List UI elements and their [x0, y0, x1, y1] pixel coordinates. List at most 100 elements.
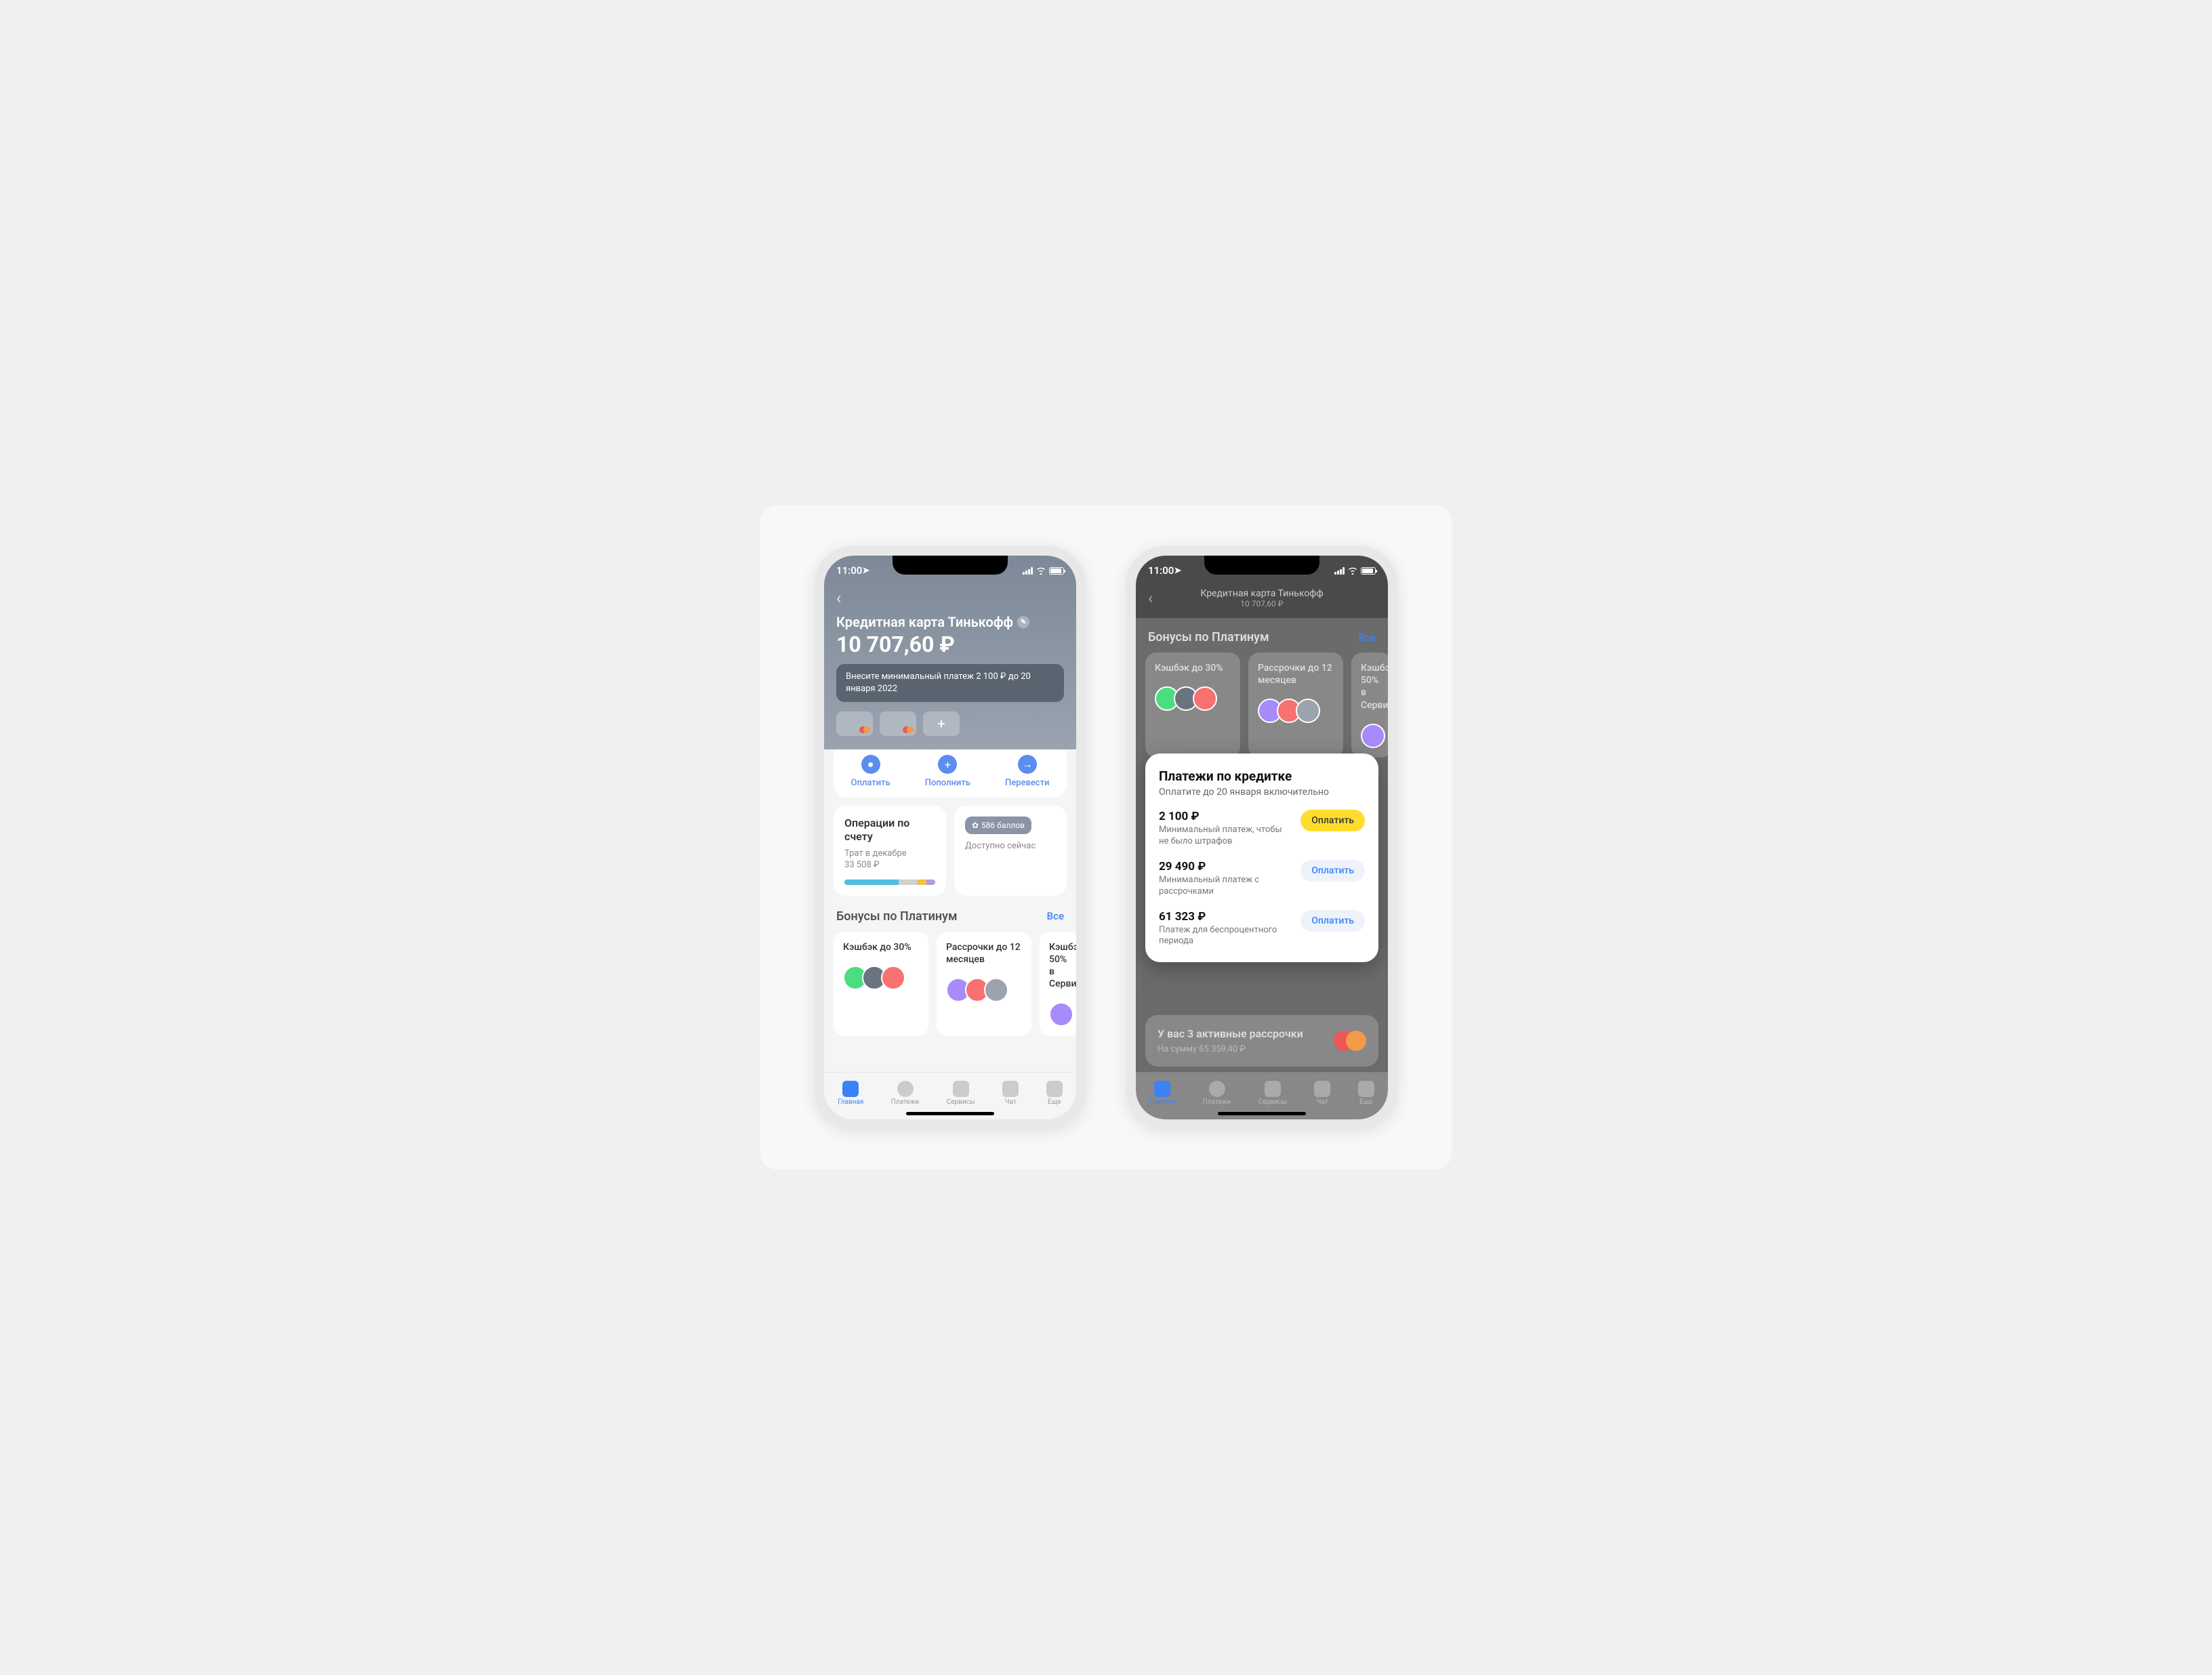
tab-services[interactable]: Сервисы: [1258, 1081, 1287, 1106]
tab-more[interactable]: Еще: [1358, 1081, 1374, 1106]
tab-payments[interactable]: Платежи: [1203, 1081, 1231, 1106]
edit-icon[interactable]: ✎: [1017, 616, 1029, 628]
payment-amount: 2 100 ₽: [1159, 810, 1292, 823]
ops-spent: Трат в декабре 33 508 ₽: [844, 848, 935, 871]
points-sub: Доступно сейчас: [965, 841, 1056, 851]
pay-button[interactable]: Оплатить: [1300, 910, 1365, 932]
phone-mockup-left: 11:00 ➤ ‹ Кредитная карта Тинькофф ✎: [815, 546, 1086, 1129]
tab-more[interactable]: Еще: [1046, 1081, 1063, 1106]
plus-icon: +: [938, 755, 957, 774]
see-all-link[interactable]: Все: [1047, 910, 1064, 922]
pay-button-primary[interactable]: Оплатить: [1300, 810, 1365, 831]
action-pay[interactable]: ● Оплатить: [851, 755, 890, 788]
wifi-icon: [1347, 566, 1358, 575]
points-card[interactable]: ✿ 586 баллов Доступно сейчас: [954, 806, 1067, 895]
action-transfer[interactable]: → Перевести: [1005, 755, 1049, 788]
chat-icon: [1314, 1081, 1330, 1097]
card-title-row: Кредитная карта Тинькофф ✎: [836, 614, 1064, 630]
card-title: Кредитная карта Тинькофф: [836, 614, 1013, 630]
add-card-button[interactable]: +: [923, 711, 960, 736]
location-icon: ➤: [862, 566, 869, 576]
bonus-card[interactable]: Кэшбэк 50% в Сервисах: [1040, 932, 1076, 1037]
tab-payments[interactable]: Платежи: [891, 1081, 919, 1106]
ops-title: Операции по счету: [844, 816, 935, 842]
spending-bar: [844, 880, 935, 885]
home-indicator[interactable]: [1218, 1112, 1306, 1115]
bonus-card[interactable]: Рассрочки до 12 месяцев: [1248, 653, 1343, 758]
bonus-row: Кэшбэк до 30% Рассрочки до 12 месяцев Кэ…: [1145, 653, 1378, 758]
payments-icon: [897, 1081, 914, 1097]
pay-button[interactable]: Оплатить: [1300, 860, 1365, 882]
phone-mockup-right: 11:00 ➤ ‹ Кредитная карта Тинькофф 10 70…: [1126, 546, 1397, 1129]
bonus-section-title: Бонусы по Платинум: [1148, 630, 1269, 644]
points-badge: ✿ 586 баллов: [965, 816, 1031, 834]
body-dimmed: Бонусы по Платинум Все Кэшбэк до 30% Рас…: [1136, 618, 1388, 1073]
see-all-link[interactable]: Все: [1359, 632, 1376, 644]
card-thumbnail[interactable]: [836, 711, 873, 736]
bonus-card-title: Рассрочки до 12 месяцев: [1258, 662, 1334, 686]
account-header: 11:00 ➤ ‹ Кредитная карта Тинькофф ✎: [824, 556, 1076, 749]
bonus-row[interactable]: Кэшбэк до 30% Рассрочки до 12 месяцев Кэ…: [834, 932, 1067, 1037]
balance: 10 707,60 ₽: [836, 632, 1064, 657]
tab-home[interactable]: Главная: [1149, 1081, 1175, 1106]
bonus-card-title: Кэшбэк до 30%: [843, 941, 919, 953]
cards-row: +: [836, 711, 1064, 736]
payment-amount: 61 323 ₽: [1159, 910, 1292, 924]
bonus-card[interactable]: Кэшбэк 50% в Сервисах: [1351, 653, 1388, 758]
payment-desc: Минимальный платеж, чтобы не было штрафо…: [1159, 825, 1292, 848]
bonus-section-title: Бонусы по Платинум: [836, 909, 958, 924]
status-time: 11:00: [836, 564, 862, 577]
location-icon: ➤: [1174, 566, 1181, 576]
header-amount: 10 707,60 ₽: [1200, 599, 1323, 608]
action-label: Пополнить: [925, 778, 970, 788]
tab-home[interactable]: Главная: [838, 1081, 863, 1106]
payment-desc: Минимальный платеж с рассрочками: [1159, 875, 1292, 898]
bonus-card-title: Кэшбэк 50% в Сервисах: [1049, 941, 1071, 991]
services-icon: [1265, 1081, 1281, 1097]
services-icon: [953, 1081, 969, 1097]
notch: [893, 556, 1008, 575]
notch: [1204, 556, 1319, 575]
payment-amount: 29 490 ₽: [1159, 860, 1292, 873]
install-sub: На сумму 65 359,40 ₽: [1158, 1044, 1334, 1054]
chat-icon: [1002, 1081, 1019, 1097]
battery-icon: [1361, 567, 1376, 575]
back-button[interactable]: ‹: [836, 588, 842, 608]
quick-actions: ● Оплатить + Пополнить → Перевести: [834, 749, 1067, 798]
bonus-card[interactable]: Кэшбэк до 30%: [834, 932, 928, 1037]
bonus-card-title: Рассрочки до 12 месяцев: [946, 941, 1022, 966]
action-label: Перевести: [1005, 778, 1049, 788]
wifi-icon: [1036, 566, 1046, 575]
mastercard-icon: [1334, 1031, 1366, 1051]
install-title: У вас 3 активные рассрочки: [1158, 1027, 1334, 1041]
pay-icon: ●: [861, 755, 880, 774]
bonus-card-title: Кэшбэк до 30%: [1155, 662, 1231, 674]
header-title: Кредитная карта Тинькофф: [1200, 588, 1323, 599]
payment-notice[interactable]: Внесите минимальный платеж 2 100 ₽ до 20…: [836, 664, 1064, 702]
bonus-card[interactable]: Рассрочки до 12 месяцев: [937, 932, 1031, 1037]
payments-icon: [1209, 1081, 1225, 1097]
bonus-card[interactable]: Кэшбэк до 30%: [1145, 653, 1240, 758]
signal-icon: [1334, 567, 1345, 575]
modal-subtitle: Оплатите до 20 января включительно: [1159, 787, 1365, 798]
modal-title: Платежи по кредитке: [1159, 768, 1365, 784]
home-icon: [1154, 1081, 1170, 1097]
tab-chat[interactable]: Чат: [1002, 1081, 1019, 1106]
tab-services[interactable]: Сервисы: [947, 1081, 975, 1106]
payment-option: 61 323 ₽ Платеж для беспроцентного перио…: [1159, 910, 1365, 948]
gear-icon: ✿: [972, 821, 979, 830]
status-time: 11:00: [1148, 564, 1174, 577]
arrow-icon: →: [1018, 755, 1037, 774]
action-label: Оплатить: [851, 778, 890, 788]
back-button[interactable]: ‹: [1148, 589, 1153, 608]
tab-chat[interactable]: Чат: [1314, 1081, 1330, 1106]
payment-desc: Платеж для беспроцентного периода: [1159, 925, 1292, 948]
home-indicator[interactable]: [906, 1112, 994, 1115]
more-icon: [1046, 1081, 1063, 1097]
card-thumbnail[interactable]: [880, 711, 916, 736]
installments-card[interactable]: У вас 3 активные рассрочки На сумму 65 3…: [1145, 1015, 1378, 1067]
operations-card[interactable]: Операции по счету Трат в декабре 33 508 …: [834, 806, 946, 895]
action-topup[interactable]: + Пополнить: [925, 755, 970, 788]
battery-icon: [1049, 567, 1064, 575]
payments-modal: Платежи по кредитке Оплатите до 20 январ…: [1145, 753, 1378, 962]
